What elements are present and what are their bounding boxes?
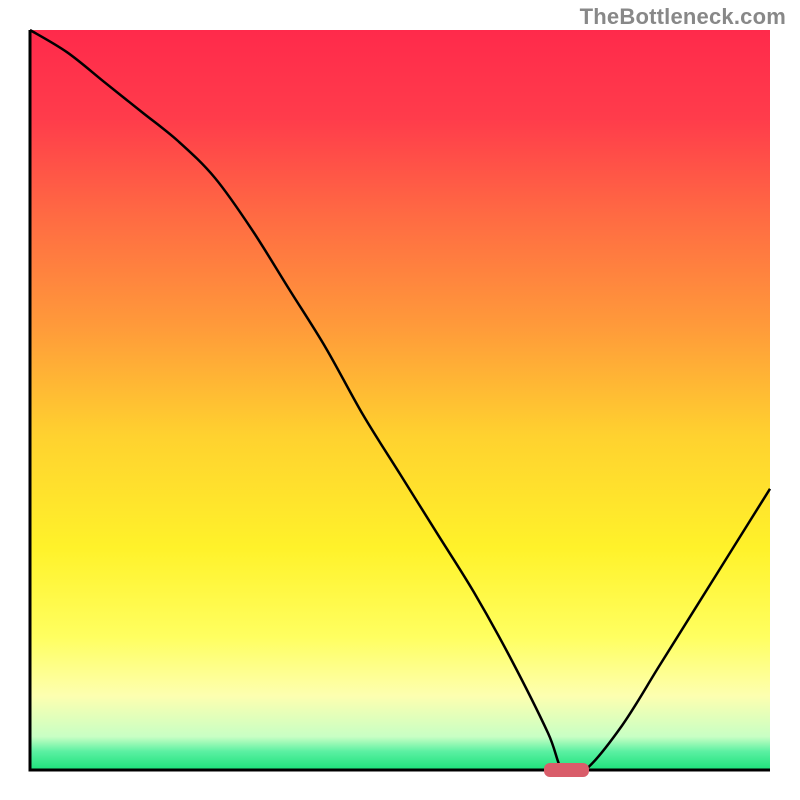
chart-container: TheBottleneck.com [0,0,800,800]
minimum-marker [544,763,589,777]
plot-background [30,30,770,770]
bottleneck-chart [0,0,800,800]
watermark-text: TheBottleneck.com [580,4,786,30]
